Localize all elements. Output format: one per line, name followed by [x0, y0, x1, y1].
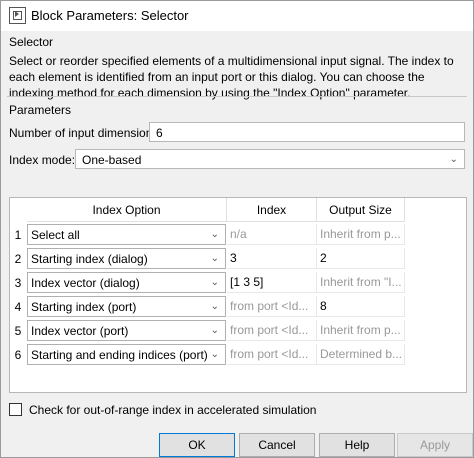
num-dims-label: Number of input dimensions:: [9, 126, 162, 140]
help-button[interactable]: Help: [319, 433, 395, 457]
col-header-index-option: Index Option: [27, 198, 227, 222]
output-size-cell: Inherit from p...: [317, 224, 405, 245]
chevron-down-icon: ⌄: [210, 277, 219, 288]
chevron-down-icon: ⌄: [449, 154, 458, 165]
index-option-value: Starting and ending indices (port): [31, 348, 208, 362]
index-cell: from port <Id...: [227, 320, 317, 341]
title-bar[interactable]: Block Parameters: Selector: [1, 1, 473, 31]
chevron-down-icon: ⌄: [210, 253, 219, 264]
dialog-window: Block Parameters: Selector Selector Sele…: [0, 0, 474, 458]
num-dims-input[interactable]: 6: [149, 122, 465, 142]
apply-button: Apply: [397, 433, 473, 457]
index-option-select[interactable]: Index vector (dialog) ⌄: [27, 272, 226, 293]
index-option-value: Index vector (dialog): [31, 276, 140, 290]
index-option-select[interactable]: Starting index (dialog) ⌄: [27, 248, 226, 269]
block-parameters-icon: [9, 7, 26, 24]
chevron-down-icon: ⌄: [210, 325, 219, 336]
row-number: 1: [14, 228, 22, 242]
cancel-button[interactable]: Cancel: [239, 433, 315, 457]
index-cell[interactable]: 3: [227, 248, 317, 269]
row-number: 4: [14, 300, 22, 314]
index-option-select[interactable]: Starting index (port) ⌄: [27, 296, 226, 317]
col-header-output-size: Output Size: [317, 198, 405, 222]
index-mode-label: Index mode:: [9, 153, 76, 167]
index-option-select[interactable]: Index vector (port) ⌄: [27, 320, 226, 341]
output-size-cell[interactable]: 8: [317, 296, 405, 317]
index-option-value: Index vector (port): [31, 324, 129, 338]
index-option-value: Starting index (dialog): [31, 252, 148, 266]
num-dims-value: 6: [156, 126, 163, 140]
row-number: 2: [14, 252, 22, 266]
index-table: Index Option Index Output Size 1 Select …: [9, 197, 467, 393]
chevron-down-icon: ⌄: [210, 349, 219, 360]
parameters-label: Parameters: [9, 103, 72, 117]
block-name: Selector: [9, 35, 54, 49]
index-option-value: Select all: [31, 228, 80, 242]
row-number: 5: [14, 324, 22, 338]
col-header-index: Index: [227, 198, 317, 222]
output-size-cell: Inherit from p...: [317, 320, 405, 341]
divider: [7, 96, 467, 97]
row-number: 6: [14, 348, 22, 362]
index-option-value: Starting index (port): [31, 300, 137, 314]
index-option-select[interactable]: Starting and ending indices (port) ⌄: [27, 344, 226, 365]
window-title: Block Parameters: Selector: [31, 8, 189, 23]
ok-button[interactable]: OK: [159, 433, 235, 457]
index-mode-select[interactable]: One-based ⌄: [75, 149, 465, 169]
index-cell: n/a: [227, 224, 317, 245]
chevron-down-icon: ⌄: [210, 301, 219, 312]
output-size-cell: Inherit from "I...: [317, 272, 405, 293]
output-size-cell: Determined b...: [317, 344, 405, 365]
index-cell: from port <Id...: [227, 296, 317, 317]
range-check-checkbox[interactable]: [9, 403, 22, 416]
row-number: 3: [14, 276, 22, 290]
chevron-down-icon: ⌄: [210, 229, 219, 240]
index-option-select[interactable]: Select all ⌄: [27, 224, 226, 245]
range-check-label: Check for out-of-range index in accelera…: [29, 403, 317, 417]
output-size-cell[interactable]: 2: [317, 248, 405, 269]
block-description: Select or reorder specified elements of …: [9, 54, 454, 100]
index-cell: from port <Id...: [227, 344, 317, 365]
index-cell[interactable]: [1 3 5]: [227, 272, 317, 293]
index-mode-value: One-based: [82, 153, 142, 167]
